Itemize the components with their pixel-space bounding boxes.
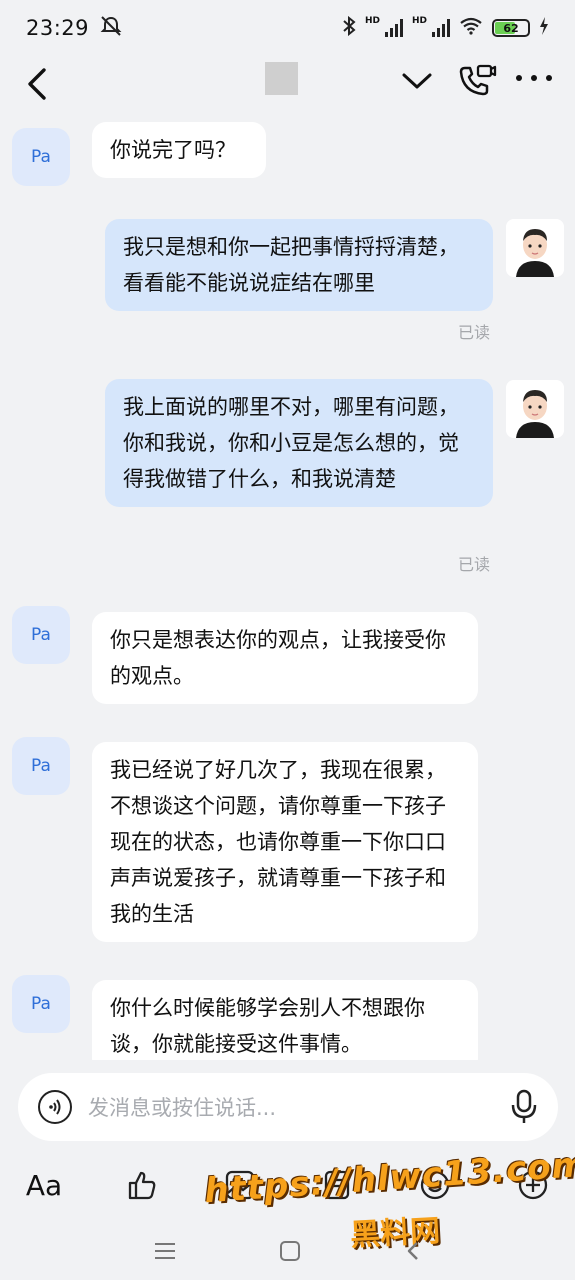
- system-back-icon[interactable]: [405, 1241, 421, 1261]
- my-avatar[interactable]: [506, 380, 564, 438]
- back-button[interactable]: [24, 66, 54, 102]
- my-avatar[interactable]: [506, 219, 564, 277]
- wifi-icon: [459, 17, 483, 39]
- mute-icon: [99, 15, 123, 42]
- sender-avatar[interactable]: Pa: [12, 128, 70, 186]
- sender-avatar[interactable]: Pa: [12, 737, 70, 795]
- system-navigation-bar: [0, 1222, 575, 1280]
- signal-icon-2: [432, 19, 450, 37]
- charging-icon: [539, 17, 549, 39]
- more-options-icon[interactable]: [516, 68, 552, 88]
- font-format-icon[interactable]: Aa: [24, 1165, 64, 1205]
- message-bubble-incoming[interactable]: 你说完了吗？: [92, 122, 266, 178]
- status-bar: 23:29 HD HD 62: [0, 0, 575, 56]
- message-bubble-outgoing[interactable]: 我上面说的哪里不对，哪里有问题，你和我说，你和小豆是怎么想的，觉得我做错了什么，…: [105, 379, 493, 507]
- read-receipt: 已读: [458, 323, 491, 342]
- sender-avatar[interactable]: Pa: [12, 606, 70, 664]
- call-icon[interactable]: [457, 62, 497, 98]
- message-input-bar[interactable]: 发消息或按住说话...: [18, 1073, 558, 1141]
- chat-header: [0, 56, 575, 112]
- sender-avatar[interactable]: Pa: [12, 975, 70, 1033]
- message-list[interactable]: Pa 你说完了吗？ 我只是想和你一起把事情捋捋清楚，看看能不能说说症结在哪里 已…: [0, 112, 575, 1060]
- microphone-icon[interactable]: [510, 1089, 538, 1125]
- read-receipt: 已读: [458, 555, 491, 574]
- bluetooth-icon: [342, 15, 356, 40]
- status-icons: HD HD 62: [342, 15, 549, 40]
- message-bubble-incoming[interactable]: 我已经说了好几次了，我现在很累，不想谈这个问题，请你尊重一下孩子现在的状态，也请…: [92, 742, 478, 942]
- battery-level: 62: [503, 21, 519, 35]
- chevron-down-icon[interactable]: [400, 66, 434, 96]
- contact-avatar[interactable]: [265, 62, 298, 95]
- home-icon[interactable]: [279, 1241, 300, 1261]
- voice-mode-icon[interactable]: [38, 1090, 72, 1124]
- signal-icon: [384, 19, 403, 37]
- message-bubble-incoming[interactable]: 你只是想表达你的观点，让我接受你的观点。: [92, 612, 478, 704]
- message-bubble-outgoing[interactable]: 我只是想和你一起把事情捋捋清楚，看看能不能说说症结在哪里: [105, 219, 493, 311]
- recent-apps-icon[interactable]: [154, 1243, 175, 1259]
- message-bubble-incoming[interactable]: 你什么时候能够学会别人不想跟你谈，你就能接受这件事情。: [92, 980, 478, 1060]
- hd-badge-1: HD: [364, 16, 380, 26]
- font-format-label: Aa: [25, 1168, 63, 1202]
- message-input[interactable]: 发消息或按住说话...: [88, 1092, 276, 1122]
- status-time: 23:29: [26, 16, 90, 40]
- battery-icon: 62: [492, 19, 530, 37]
- thumbs-up-icon[interactable]: [122, 1165, 162, 1205]
- hd-badge-2: HD: [411, 16, 427, 26]
